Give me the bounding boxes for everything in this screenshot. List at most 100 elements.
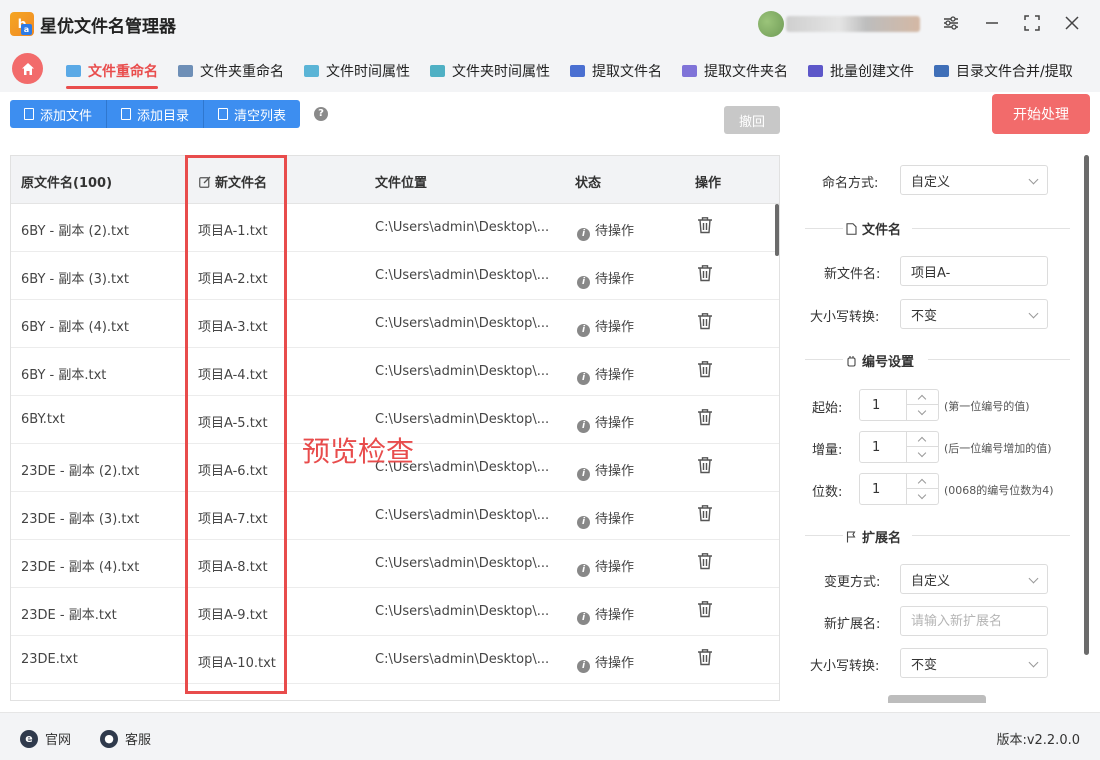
- close-icon[interactable]: [1059, 10, 1085, 36]
- col-location[interactable]: 文件位置: [375, 172, 427, 191]
- delete-row-icon[interactable]: [697, 264, 713, 282]
- add-dir-button[interactable]: 添加目录: [107, 100, 205, 128]
- support-link[interactable]: ● 客服: [100, 729, 151, 748]
- status-cell: i 待操作: [577, 460, 634, 481]
- app-logo-icon: b a: [10, 12, 34, 36]
- info-icon: i: [577, 420, 590, 433]
- table-row[interactable]: 6BY - 副本.txt 项目A-4.txt C:\Users\admin\Desk…: [11, 348, 779, 396]
- table-row[interactable]: 23DE - 副本.txt 项目A-9.txt C:\Users\admin\Des…: [11, 588, 779, 636]
- tab-folder-rename[interactable]: 文件夹重命名: [178, 56, 284, 86]
- globe-icon: e: [20, 729, 38, 748]
- col-status[interactable]: 状态: [575, 172, 601, 191]
- table-row[interactable]: 6BY - 副本 (2).txt 项目A-1.txt C:\Users\admin\…: [11, 204, 779, 252]
- user-avatar[interactable]: [758, 11, 784, 37]
- chevron-up-icon[interactable]: [907, 390, 938, 405]
- location-cell: C:\Users\admin\Desktop\...: [375, 220, 550, 235]
- help-icon[interactable]: ?: [314, 107, 328, 121]
- tab-dir-merge[interactable]: 目录文件合并/提取: [934, 56, 1073, 86]
- chevron-up-icon[interactable]: [907, 474, 938, 489]
- original-name-cell: 6BY - 副本 (3).txt: [21, 272, 129, 287]
- chevron-down-icon: [1028, 573, 1039, 584]
- status-cell: i 待操作: [577, 412, 634, 433]
- start-process-button[interactable]: 开始处理: [992, 94, 1090, 134]
- chat-icon: ●: [100, 729, 118, 748]
- chevron-down-icon[interactable]: [907, 447, 938, 462]
- info-icon: i: [577, 468, 590, 481]
- delete-row-icon[interactable]: [697, 648, 713, 666]
- filename-section-title: 文件名: [846, 219, 901, 238]
- maximize-icon[interactable]: [1019, 10, 1045, 36]
- new-filename-input[interactable]: [900, 256, 1048, 286]
- start-label: 起始:: [812, 401, 843, 416]
- table-row[interactable]: 23DE - 副本 (4).txt 项目A-8.txt C:\Users\admin…: [11, 540, 779, 588]
- home-icon[interactable]: [12, 53, 43, 84]
- add-file-button[interactable]: 添加文件: [10, 100, 108, 128]
- version-label: 版本:v2.2.0.0: [996, 733, 1080, 748]
- tab-extract-filename[interactable]: 提取文件名: [570, 56, 662, 86]
- folder-icon: [121, 108, 132, 120]
- file-icon: [846, 222, 857, 235]
- delete-row-icon[interactable]: [697, 456, 713, 474]
- tab-file-rename[interactable]: 文件重命名: [66, 56, 158, 89]
- status-cell: i 待操作: [577, 556, 634, 577]
- trash-icon: [218, 108, 229, 120]
- panel-scrollbar[interactable]: [1084, 155, 1089, 655]
- status-cell: i 待操作: [577, 220, 634, 241]
- app-title: 星优文件名管理器: [40, 17, 176, 37]
- change-mode-select[interactable]: 自定义: [900, 564, 1048, 594]
- delete-row-icon[interactable]: [697, 552, 713, 570]
- user-name-blurred[interactable]: [786, 16, 920, 32]
- increment-stepper[interactable]: 1: [859, 431, 939, 463]
- delete-row-icon[interactable]: [697, 408, 713, 426]
- chevron-down-icon[interactable]: [907, 405, 938, 420]
- minimize-icon[interactable]: [979, 10, 1005, 36]
- start-stepper[interactable]: 1: [859, 389, 939, 421]
- number-icon: [847, 355, 856, 367]
- chevron-down-icon[interactable]: [907, 489, 938, 504]
- nav-bar: 文件重命名 文件夹重命名 文件时间属性 文件夹时间属性 提取文件名 提取文件夹名…: [0, 46, 1100, 92]
- clear-list-button[interactable]: 清空列表: [204, 100, 301, 128]
- divider: [805, 228, 843, 229]
- undo-button[interactable]: 撤回: [724, 106, 780, 134]
- delete-row-icon[interactable]: [697, 360, 713, 378]
- change-mode-label: 变更方式:: [824, 575, 881, 590]
- digits-stepper[interactable]: 1: [859, 473, 939, 505]
- file-table: 原文件名(100) 新文件名 文件位置 状态 操作 6BY - 副本 (2).t…: [10, 155, 780, 701]
- footer: e 官网 ● 客服 版本:v2.2.0.0: [0, 712, 1100, 760]
- delete-row-icon[interactable]: [697, 312, 713, 330]
- col-action[interactable]: 操作: [695, 172, 721, 191]
- tab-batch-create[interactable]: 批量创建文件: [808, 56, 914, 86]
- table-row[interactable]: 6BY - 副本 (3).txt 项目A-2.txt C:\Users\admin\…: [11, 252, 779, 300]
- info-icon: i: [577, 228, 590, 241]
- divider: [912, 228, 1070, 229]
- delete-row-icon[interactable]: [697, 600, 713, 618]
- chevron-up-icon[interactable]: [907, 432, 938, 447]
- location-cell: C:\Users\admin\Desktop\...: [375, 604, 550, 619]
- settings-icon[interactable]: [938, 10, 964, 36]
- title-bar: b a 星优文件名管理器: [0, 0, 1100, 46]
- panel-partial-button[interactable]: [888, 695, 986, 703]
- official-site-link[interactable]: e 官网: [20, 729, 71, 748]
- extension-section-title: 扩展名: [846, 527, 901, 546]
- table-row[interactable]: 6BY - 副本 (4).txt 项目A-3.txt C:\Users\admin\…: [11, 300, 779, 348]
- delete-row-icon[interactable]: [697, 216, 713, 234]
- new-extension-input[interactable]: [900, 606, 1048, 636]
- tab-folder-time[interactable]: 文件夹时间属性: [430, 56, 550, 86]
- delete-row-icon[interactable]: [697, 504, 713, 522]
- increment-hint: (后一位编号增加的值): [944, 442, 1052, 455]
- status-cell: i 待操作: [577, 508, 634, 529]
- case-convert-select[interactable]: 不变: [900, 299, 1048, 329]
- folder-rename-icon: [178, 65, 193, 77]
- table-row[interactable]: 23DE.txt 项目A-10.txt C:\Users\admin\Desktop…: [11, 636, 779, 684]
- ext-case-convert-label: 大小写转换:: [810, 659, 880, 674]
- tab-extract-foldername[interactable]: 提取文件夹名: [682, 56, 788, 86]
- table-scrollbar[interactable]: [775, 204, 779, 256]
- table-row[interactable]: 23DE - 副本 (3).txt 项目A-7.txt C:\Users\admin…: [11, 492, 779, 540]
- col-original-name[interactable]: 原文件名(100): [21, 172, 112, 191]
- file-time-icon: [304, 65, 319, 77]
- naming-mode-select[interactable]: 自定义: [900, 165, 1048, 195]
- tab-file-time[interactable]: 文件时间属性: [304, 56, 410, 86]
- digits-label: 位数:: [812, 485, 843, 500]
- dir-merge-icon: [934, 65, 949, 77]
- ext-case-convert-select[interactable]: 不变: [900, 648, 1048, 678]
